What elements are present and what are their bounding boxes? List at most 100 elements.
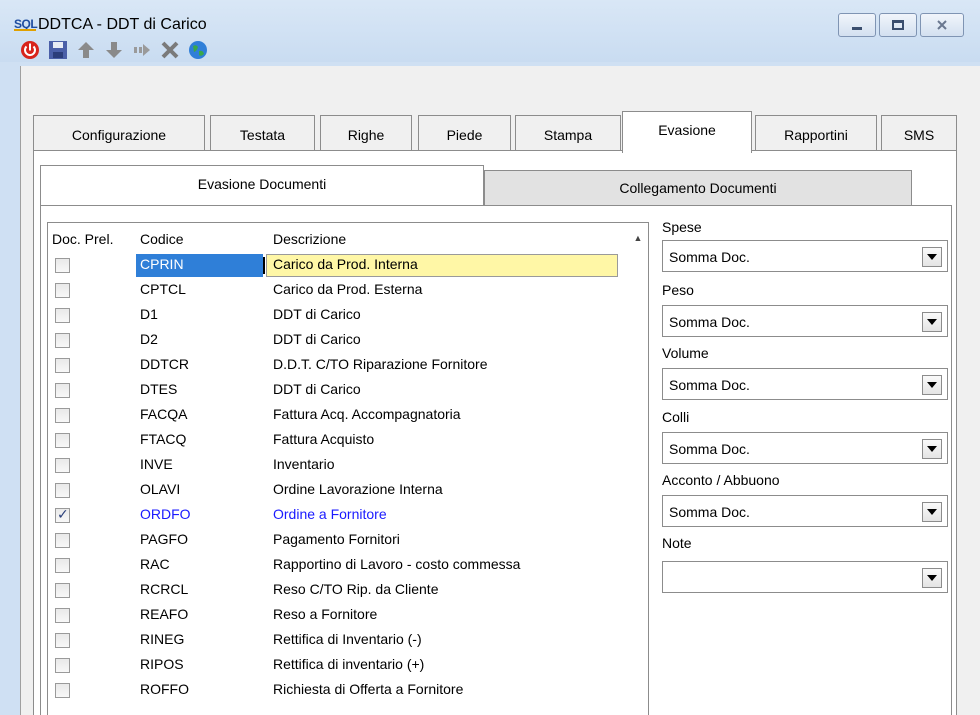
toolbar <box>20 38 208 62</box>
maximize-button[interactable] <box>879 13 917 37</box>
doc-prel-checkbox[interactable] <box>55 358 70 373</box>
row-code: ROFFO <box>140 681 189 697</box>
row-code: D2 <box>140 331 158 347</box>
row-description: Rettifica di inventario (+) <box>273 656 425 672</box>
doc-prel-checkbox[interactable] <box>55 383 70 398</box>
table-row[interactable]: ROFFO Richiesta di Offerta a Fornitore <box>48 678 628 703</box>
doc-prel-checkbox[interactable] <box>55 658 70 673</box>
table-row[interactable]: D1 DDT di Carico <box>48 303 628 328</box>
delete-icon[interactable] <box>160 40 180 60</box>
tab-rapportini[interactable]: Rapportini <box>755 115 877 151</box>
row-description: Rettifica di Inventario (-) <box>273 631 422 647</box>
column-header-descrizione[interactable]: Descrizione <box>273 231 346 247</box>
peso-select[interactable]: Somma Doc. <box>662 305 948 337</box>
tab-righe[interactable]: Righe <box>320 115 412 151</box>
row-code: PAGFO <box>140 531 188 547</box>
row-code: OLAVI <box>140 481 181 497</box>
spese-value: Somma Doc. <box>669 249 750 265</box>
table-row[interactable]: CPTCL Carico da Prod. Esterna <box>48 278 628 303</box>
arrow-down-icon[interactable] <box>104 40 124 60</box>
table-row[interactable]: FACQA Fattura Acq. Accompagnatoria <box>48 403 628 428</box>
exit-icon[interactable] <box>132 40 152 60</box>
doc-prel-checkbox[interactable] <box>55 408 70 423</box>
table-row[interactable]: REAFO Reso a Fornitore <box>48 603 628 628</box>
table-row[interactable]: D2 DDT di Carico <box>48 328 628 353</box>
table-row[interactable]: RIPOS Rettifica di inventario (+) <box>48 653 628 678</box>
tab-configurazione[interactable]: Configurazione <box>33 115 205 151</box>
doc-prel-checkbox[interactable] <box>55 258 70 273</box>
minimize-button[interactable] <box>838 13 876 37</box>
note-select[interactable] <box>662 561 948 593</box>
doc-prel-checkbox[interactable] <box>55 533 70 548</box>
tab-evasione[interactable]: Evasione <box>622 111 752 153</box>
chevron-down-icon[interactable] <box>922 502 942 522</box>
column-header-doc-prel[interactable]: Doc. Prel. <box>52 231 113 247</box>
chevron-down-icon[interactable] <box>922 375 942 395</box>
tab-collegamento-documenti[interactable]: Collegamento Documenti <box>484 170 912 206</box>
table-row[interactable]: DTES DDT di Carico <box>48 378 628 403</box>
arrow-up-icon[interactable] <box>76 40 96 60</box>
doc-prel-checkbox[interactable] <box>55 683 70 698</box>
documents-grid[interactable]: Doc. Prel. Codice Descrizione ▲ CPRIN Ca… <box>47 222 649 715</box>
tab-piede[interactable]: Piede <box>418 115 511 151</box>
row-description: D.D.T. C/TO Riparazione Fornitore <box>273 356 488 372</box>
colli-value: Somma Doc. <box>669 441 750 457</box>
acconto-abbuono-select[interactable]: Somma Doc. <box>662 495 948 527</box>
doc-prel-checkbox[interactable] <box>55 608 70 623</box>
doc-prel-checkbox[interactable] <box>55 333 70 348</box>
chevron-down-icon[interactable] <box>922 247 942 267</box>
row-code: RAC <box>140 556 170 572</box>
doc-prel-checkbox[interactable] <box>55 633 70 648</box>
row-description: Pagamento Fornitori <box>273 531 400 547</box>
row-description: Fattura Acq. Accompagnatoria <box>273 406 461 422</box>
scroll-up-icon[interactable]: ▲ <box>628 223 648 253</box>
volume-label: Volume <box>662 345 709 361</box>
minimize-icon <box>852 26 862 30</box>
doc-prel-checkbox[interactable] <box>55 483 70 498</box>
row-description: Rapportino di Lavoro - costo commessa <box>273 556 521 572</box>
table-row[interactable]: INVE Inventario <box>48 453 628 478</box>
doc-prel-checkbox[interactable] <box>55 583 70 598</box>
tab-stampa[interactable]: Stampa <box>515 115 621 151</box>
chevron-down-icon[interactable] <box>922 568 942 588</box>
row-code: DTES <box>140 381 178 397</box>
table-row[interactable]: RCRCL Reso C/TO Rip. da Cliente <box>48 578 628 603</box>
column-header-codice[interactable]: Codice <box>140 231 184 247</box>
globe-icon[interactable] <box>188 40 208 60</box>
peso-value: Somma Doc. <box>669 314 750 330</box>
tab-testata[interactable]: Testata <box>210 115 315 151</box>
table-row[interactable]: RAC Rapportino di Lavoro - costo commess… <box>48 553 628 578</box>
table-row[interactable]: DDTCR D.D.T. C/TO Riparazione Fornitore <box>48 353 628 378</box>
chevron-down-icon[interactable] <box>922 312 942 332</box>
note-label: Note <box>662 535 692 551</box>
table-row[interactable]: OLAVI Ordine Lavorazione Interna <box>48 478 628 503</box>
power-icon[interactable] <box>20 40 40 60</box>
table-row[interactable]: CPRIN Carico da Prod. Interna <box>48 253 628 278</box>
save-icon[interactable] <box>48 40 68 60</box>
doc-prel-checkbox[interactable] <box>55 283 70 298</box>
table-row[interactable]: RINEG Rettifica di Inventario (-) <box>48 628 628 653</box>
colli-select[interactable]: Somma Doc. <box>662 432 948 464</box>
row-description: Richiesta di Offerta a Fornitore <box>273 681 464 697</box>
volume-select[interactable]: Somma Doc. <box>662 368 948 400</box>
table-row[interactable]: PAGFO Pagamento Fornitori <box>48 528 628 553</box>
row-code: RINEG <box>140 631 185 647</box>
doc-prel-checkbox[interactable] <box>55 506 70 523</box>
table-row[interactable]: ORDFO Ordine a Fornitore <box>48 503 628 528</box>
row-code: D1 <box>140 306 158 322</box>
text-caret <box>263 257 265 274</box>
row-description: Reso C/TO Rip. da Cliente <box>273 581 439 597</box>
doc-prel-checkbox[interactable] <box>55 558 70 573</box>
spese-select[interactable]: Somma Doc. <box>662 240 948 272</box>
doc-prel-checkbox[interactable] <box>55 308 70 323</box>
doc-prel-checkbox[interactable] <box>55 458 70 473</box>
table-row[interactable]: FTACQ Fattura Acquisto <box>48 428 628 453</box>
row-description: Ordine a Fornitore <box>273 506 387 522</box>
row-code: REAFO <box>140 606 189 622</box>
close-button[interactable] <box>920 13 964 37</box>
doc-prel-checkbox[interactable] <box>55 433 70 448</box>
grid-header: Doc. Prel. Codice Descrizione ▲ <box>48 223 648 253</box>
tab-sms[interactable]: SMS <box>881 115 957 151</box>
chevron-down-icon[interactable] <box>922 439 942 459</box>
tab-evasione-documenti[interactable]: Evasione Documenti <box>40 165 484 205</box>
